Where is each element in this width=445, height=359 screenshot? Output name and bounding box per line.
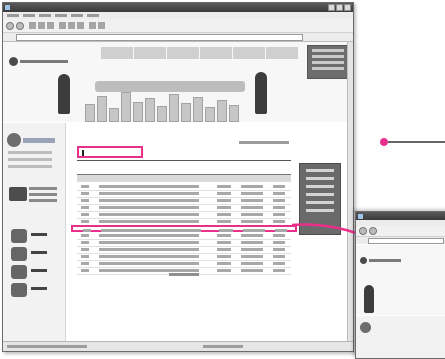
inset-toolbar [356, 226, 445, 237]
inset-banner [356, 245, 445, 315]
browser-icon [358, 214, 363, 219]
logo-icon [360, 257, 367, 264]
section-icon [360, 322, 371, 333]
inset-address-input[interactable] [368, 238, 444, 244]
person-image [364, 285, 374, 313]
inset-address-bar [356, 237, 445, 244]
inset-content [356, 316, 445, 358]
back-icon[interactable] [359, 227, 367, 235]
forward-icon[interactable] [369, 227, 377, 235]
inset-browser-window [355, 211, 445, 359]
inset-title-bar [356, 212, 445, 220]
